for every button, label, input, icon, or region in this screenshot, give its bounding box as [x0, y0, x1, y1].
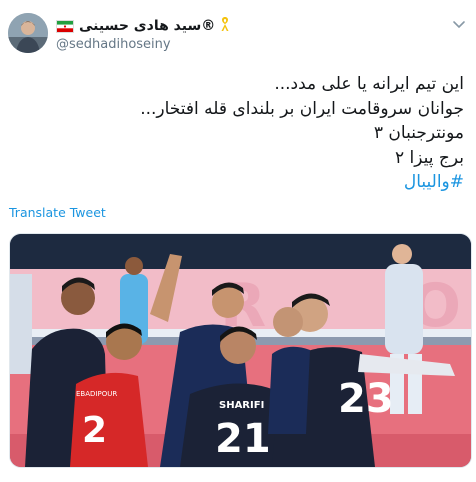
- tweet-line-2: جوانان سروقامت ایران بر بلندای قله افتخا…: [140, 98, 464, 119]
- jersey-number: 2: [82, 410, 107, 451]
- hashtag-link[interactable]: #والیبال: [24, 170, 464, 195]
- tweet-line-4: برج پیزا ۲: [395, 147, 464, 168]
- jersey-number: 21: [215, 416, 271, 462]
- jersey-name: EBADIPOUR: [76, 390, 117, 398]
- tweet-line-1: این تیم ایرانه یا علی مدد...: [274, 74, 464, 94]
- volleyball-team-photo: R O: [10, 234, 471, 467]
- author-row[interactable]: سید هادی حسینی®: [56, 16, 230, 36]
- avatar[interactable]: [8, 13, 48, 53]
- tweet-text: این تیم ایرانه یا علی مدد... جوانان سروق…: [24, 72, 464, 195]
- display-name[interactable]: سید هادی حسینی®: [79, 18, 215, 34]
- chevron-down-icon[interactable]: [452, 16, 466, 30]
- jersey-name: SHARIFI: [219, 400, 264, 411]
- iran-flag-icon: [56, 19, 74, 33]
- jersey-number: 23: [338, 376, 394, 422]
- yellow-ribbon-icon: [220, 16, 230, 36]
- translate-tweet-link[interactable]: Translate Tweet: [9, 205, 106, 220]
- tweet-line-3: مونترجنبان ۳: [373, 123, 464, 143]
- user-handle[interactable]: @sedhadihoseiny: [56, 37, 171, 52]
- tweet-card: سید هادی حسینی® @sedhadihoseiny این تیم …: [0, 0, 476, 482]
- tweet-photo[interactable]: R O: [9, 233, 472, 468]
